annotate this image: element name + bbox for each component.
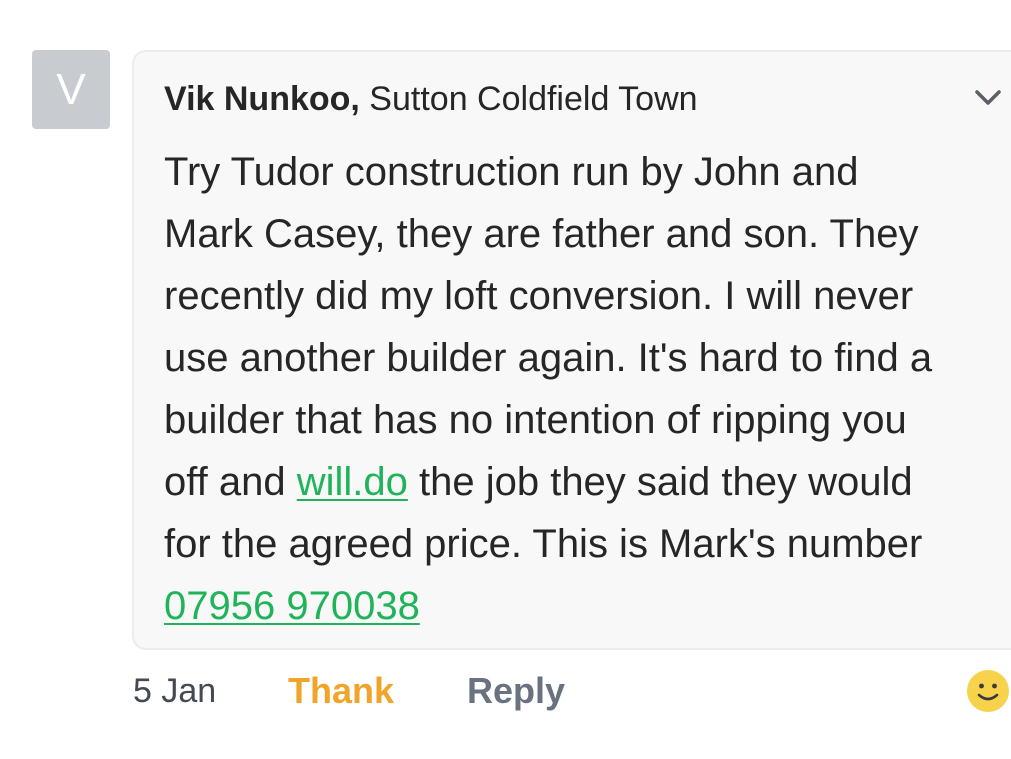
comment-body-line: off and will.do the job they said they w… <box>164 451 1004 513</box>
comment-body-line: recently did my loft conversion. I will … <box>164 274 914 318</box>
author-location: Sutton Coldfield Town <box>359 80 698 118</box>
chevron-down-icon[interactable] <box>972 84 1004 112</box>
comment-body-line: use another builder again. It's hard to … <box>164 336 933 380</box>
author-name[interactable]: Vik Nunkoo, <box>164 80 360 118</box>
comment-body-line: 07956 970038 <box>164 575 1004 637</box>
comment-body-line: Mark Casey, they are father and son. The… <box>164 212 919 256</box>
comment-body-line: builder that has no intention of ripping… <box>164 398 907 442</box>
comment-body: Try Tudor construction run by John and M… <box>164 141 1004 637</box>
comment-date: 5 Jan <box>133 672 217 710</box>
reply-button[interactable]: Reply <box>467 670 565 712</box>
comment-header: Vik Nunkoo, Sutton Coldfield Town <box>164 80 698 119</box>
smiley-icon[interactable] <box>966 669 1010 713</box>
avatar[interactable]: V <box>32 50 110 129</box>
phone-number-link[interactable]: 07956 970038 <box>164 584 420 628</box>
thank-button[interactable]: Thank <box>288 670 394 712</box>
comment-text: off and <box>164 460 297 504</box>
will-do-link[interactable]: will.do <box>297 460 408 504</box>
comment-thread: V Vik Nunkoo, Sutton Coldfield Town Try … <box>0 0 1011 759</box>
comment-body-line: for the agreed price. This is Mark's num… <box>164 522 923 566</box>
comment-body-line: Try Tudor construction run by John and <box>164 150 859 194</box>
comment-text: the job they said they would <box>407 460 913 504</box>
